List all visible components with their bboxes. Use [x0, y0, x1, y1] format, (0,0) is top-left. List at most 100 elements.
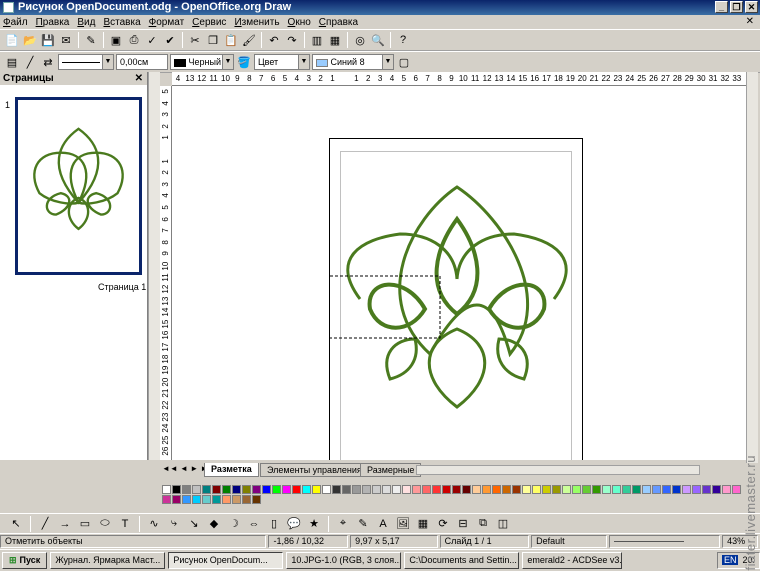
color-swatch[interactable] [412, 485, 421, 494]
start-button[interactable]: ⊞ Пуск [2, 551, 48, 569]
block-arrows-icon[interactable]: ⇔ [246, 516, 262, 532]
color-swatch[interactable] [192, 495, 201, 504]
lines-arrows-icon[interactable]: ↘ [186, 516, 202, 532]
redo-icon[interactable]: ↷ [284, 32, 300, 48]
color-swatch[interactable] [362, 485, 371, 494]
color-swatch[interactable] [392, 485, 401, 494]
tab-layout[interactable]: Разметка [204, 463, 259, 477]
task-journal[interactable]: Журнал. Ярмарка Маст... [50, 551, 166, 569]
color-swatch[interactable] [162, 485, 171, 494]
menu-format[interactable]: Формат [149, 17, 185, 28]
color-swatch[interactable] [202, 485, 211, 494]
color-swatch[interactable] [302, 485, 311, 494]
color-swatch[interactable] [252, 495, 261, 504]
shadow-icon[interactable]: ▢ [396, 54, 412, 70]
color-swatch[interactable] [702, 485, 711, 494]
color-swatch[interactable] [602, 485, 611, 494]
flowchart-icon[interactable]: ▯ [266, 516, 282, 532]
points-icon[interactable]: ⌖ [335, 516, 351, 532]
copy-icon[interactable]: ❐ [205, 32, 221, 48]
color-swatch[interactable] [202, 495, 211, 504]
menu-window[interactable]: Окно [288, 17, 311, 28]
extrusion-icon[interactable]: ◫ [495, 516, 511, 532]
color-swatch[interactable] [652, 485, 661, 494]
color-swatch[interactable] [252, 485, 261, 494]
color-swatch[interactable] [282, 485, 291, 494]
color-swatch[interactable] [632, 485, 641, 494]
color-swatch[interactable] [562, 485, 571, 494]
task-drawing[interactable]: Рисунок OpenDocum... [168, 551, 284, 569]
color-swatch[interactable] [472, 485, 481, 494]
arrow-style-icon[interactable]: ⇄ [40, 54, 56, 70]
document-close-icon[interactable]: ✕ [746, 16, 754, 27]
basic-shapes-icon[interactable]: ◆ [206, 516, 222, 532]
menu-modify[interactable]: Изменить [234, 17, 279, 28]
color-swatch[interactable] [622, 485, 631, 494]
canvas-vertical-scrollbar[interactable] [746, 72, 758, 463]
color-swatch[interactable] [732, 485, 741, 494]
glue-points-icon[interactable]: ✎ [355, 516, 371, 532]
task-gimp[interactable]: 10.JPG-1.0 (RGB, 3 слоя... [286, 551, 402, 569]
color-swatch[interactable] [532, 485, 541, 494]
menu-edit[interactable]: Правка [36, 17, 70, 28]
menu-help[interactable]: Справка [319, 17, 358, 28]
color-swatch[interactable] [262, 485, 271, 494]
color-swatch[interactable] [662, 485, 671, 494]
undo-icon[interactable]: ↶ [266, 32, 282, 48]
color-swatch[interactable] [242, 485, 251, 494]
line-tool-icon[interactable]: ╱ [37, 516, 53, 532]
color-swatch[interactable] [352, 485, 361, 494]
symbol-shapes-icon[interactable]: ☽ [226, 516, 242, 532]
color-swatch[interactable] [242, 495, 251, 504]
color-swatch[interactable] [612, 485, 621, 494]
color-swatch[interactable] [552, 485, 561, 494]
drawing-canvas[interactable] [172, 86, 746, 460]
tab-dimensions[interactable]: Размерные [360, 463, 422, 477]
color-swatch[interactable] [162, 495, 171, 504]
rotate-icon[interactable]: ⟳ [435, 516, 451, 532]
edit-file-icon[interactable]: ✎ [83, 32, 99, 48]
color-swatch[interactable] [422, 485, 431, 494]
color-swatch[interactable] [292, 485, 301, 494]
menu-tools[interactable]: Сервис [192, 17, 226, 28]
language-indicator[interactable]: EN [721, 555, 739, 565]
color-swatch[interactable] [172, 485, 181, 494]
color-swatch[interactable] [372, 485, 381, 494]
paste-icon[interactable]: 📋 [223, 32, 239, 48]
canvas-horizontal-scrollbar[interactable] [416, 465, 700, 475]
style-icon[interactable]: ▤ [4, 54, 20, 70]
color-swatch[interactable] [432, 485, 441, 494]
minimize-button[interactable]: _ [715, 1, 728, 13]
color-swatch[interactable] [672, 485, 681, 494]
color-swatch[interactable] [172, 495, 181, 504]
color-swatch[interactable] [332, 485, 341, 494]
print-icon[interactable]: ⎙ [126, 32, 142, 48]
color-swatch[interactable] [712, 485, 721, 494]
color-swatch[interactable] [542, 485, 551, 494]
color-swatch[interactable] [342, 485, 351, 494]
color-swatch[interactable] [322, 485, 331, 494]
zoom-slider[interactable] [608, 534, 721, 548]
menu-file[interactable]: Файл [3, 17, 28, 28]
chart-icon[interactable]: ▥ [309, 32, 325, 48]
gallery-icon[interactable]: ▦ [415, 516, 431, 532]
from-file-icon[interactable]: 🖼 [395, 516, 411, 532]
color-swatch[interactable] [232, 495, 241, 504]
task-explorer[interactable]: C:\Documents and Settin... [404, 551, 520, 569]
color-swatch[interactable] [522, 485, 531, 494]
stars-icon[interactable]: ★ [306, 516, 322, 532]
navigator-icon[interactable]: ◎ [352, 32, 368, 48]
email-icon[interactable]: ✉ [58, 32, 74, 48]
color-swatch[interactable] [192, 485, 201, 494]
flower-drawing[interactable] [330, 139, 584, 460]
open-icon[interactable]: 📂 [22, 32, 38, 48]
color-swatch[interactable] [212, 495, 221, 504]
curve-icon[interactable]: ∿ [146, 516, 162, 532]
color-swatch[interactable] [582, 485, 591, 494]
close-button[interactable]: ✕ [745, 1, 758, 13]
color-swatch[interactable] [492, 485, 501, 494]
select-arrow-icon[interactable]: ↖ [8, 516, 24, 532]
color-swatch[interactable] [212, 485, 221, 494]
area-icon[interactable]: 🪣 [236, 54, 252, 70]
help-icon[interactable]: ? [395, 32, 411, 48]
